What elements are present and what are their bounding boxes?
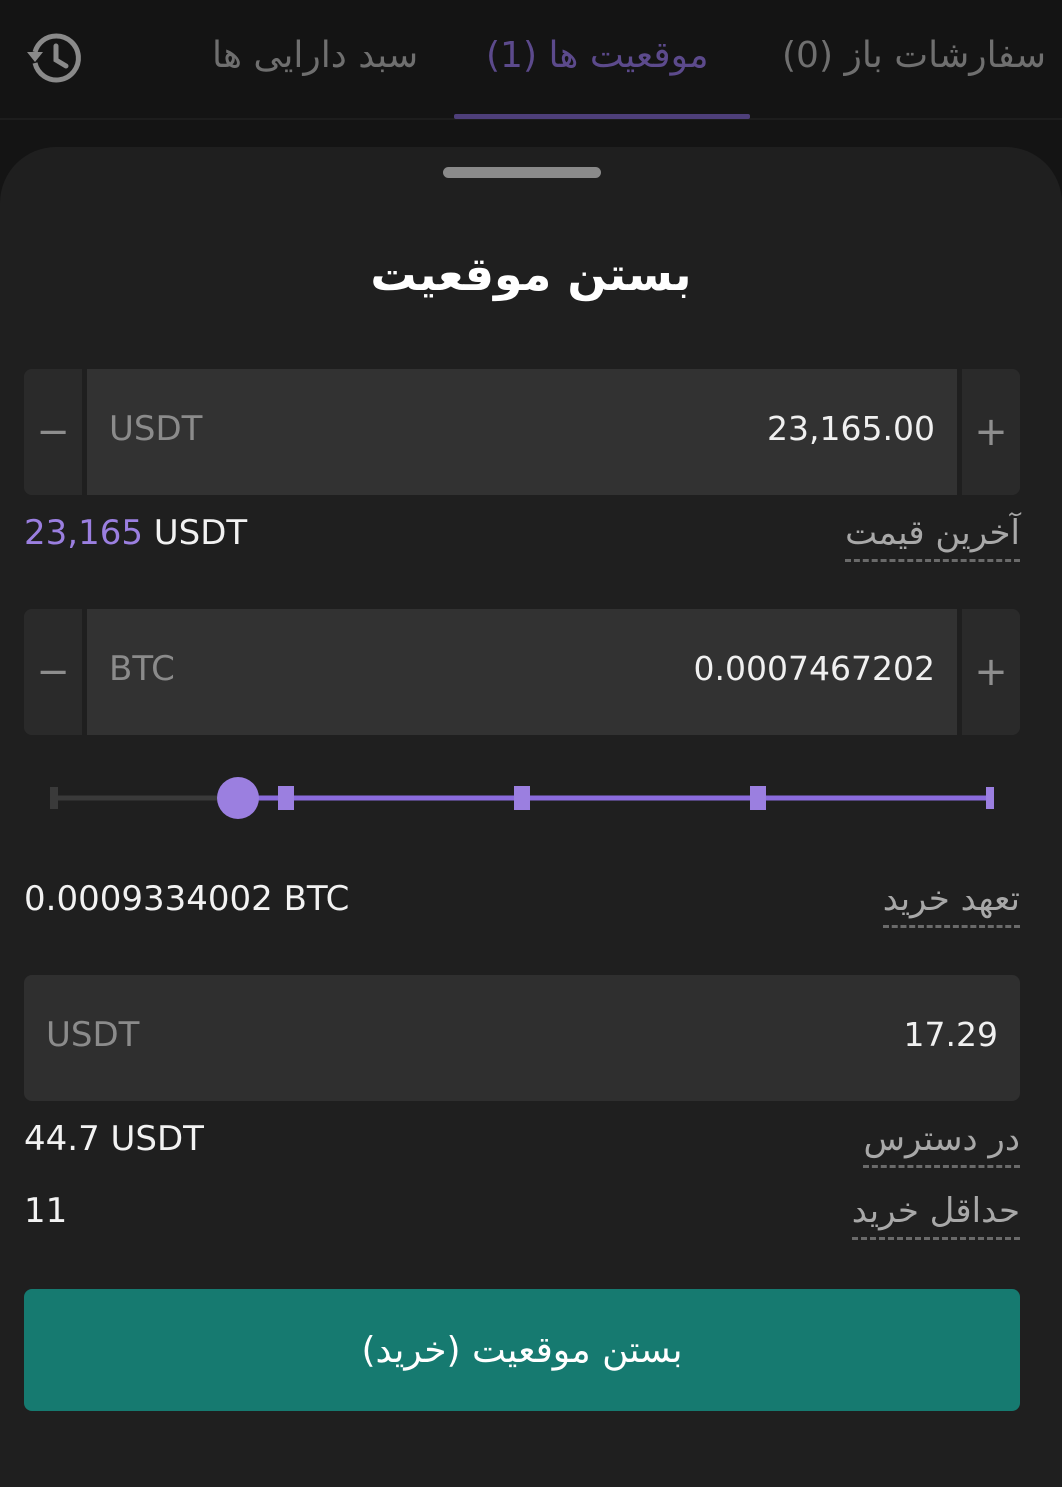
close-position-buy-button[interactable]: بستن موقعیت (خرید) (24, 1289, 1020, 1411)
total-input[interactable]: USDT 17.29 (24, 975, 1020, 1101)
min-buy-value: 11 (24, 1191, 68, 1231)
commitment-value: 0.0009334002 BTC (24, 879, 350, 919)
price-value: 23,165.00 (767, 409, 935, 448)
price-input[interactable]: USDT 23,165.00 (87, 369, 957, 495)
top-tab-bar: سبد دارایی ها موقعیت ها (1) سفارشات باز … (0, 0, 1062, 120)
tab-open-orders[interactable]: سفارشات باز (0) (782, 28, 1046, 84)
total-unit: USDT (46, 1015, 140, 1055)
price-decrease-button[interactable]: − (24, 369, 82, 495)
active-tab-indicator (454, 114, 750, 119)
history-icon[interactable] (26, 30, 82, 86)
last-price-number: 23,165 (24, 513, 143, 553)
amount-input[interactable]: BTC 0.0007467202 (87, 609, 957, 735)
price-unit: USDT (109, 409, 203, 449)
amount-increase-button[interactable]: + (962, 609, 1020, 735)
tab-positions[interactable]: موقعیت ها (1) (486, 28, 709, 84)
amount-slider[interactable] (24, 773, 1020, 823)
sheet-drag-handle[interactable] (443, 167, 601, 178)
amount-stepper: − BTC 0.0007467202 + (24, 609, 1020, 735)
sheet-title: بستن موقعیت (370, 247, 692, 301)
slider-mark-50[interactable] (514, 786, 530, 810)
slider-thumb[interactable] (217, 777, 259, 819)
commitment-label[interactable]: تعهد خرید (882, 879, 1020, 928)
total-value: 17.29 (903, 1015, 998, 1054)
price-increase-button[interactable]: + (962, 369, 1020, 495)
last-price-label[interactable]: آخرین قیمت (845, 513, 1020, 562)
tab-portfolio[interactable]: سبد دارایی ها (212, 28, 418, 84)
close-position-sheet: بستن موقعیت − USDT 23,165.00 + آخرین قیم… (0, 147, 1062, 1487)
available-label[interactable]: در دسترس (863, 1119, 1020, 1168)
available-value: 44.7 USDT (24, 1119, 204, 1159)
amount-decrease-button[interactable]: − (24, 609, 82, 735)
price-stepper: − USDT 23,165.00 + (24, 369, 1020, 495)
min-buy-label[interactable]: حداقل خرید (851, 1191, 1020, 1240)
slider-mark-75[interactable] (750, 786, 766, 810)
slider-mark-0[interactable] (50, 787, 58, 809)
amount-value: 0.0007467202 (693, 649, 935, 688)
slider-mark-100[interactable] (986, 787, 994, 809)
amount-unit: BTC (109, 649, 175, 689)
last-price-unit: USDT (153, 513, 248, 553)
last-price-value[interactable]: 23,165 USDT (24, 513, 247, 553)
slider-mark-25[interactable] (278, 786, 294, 810)
